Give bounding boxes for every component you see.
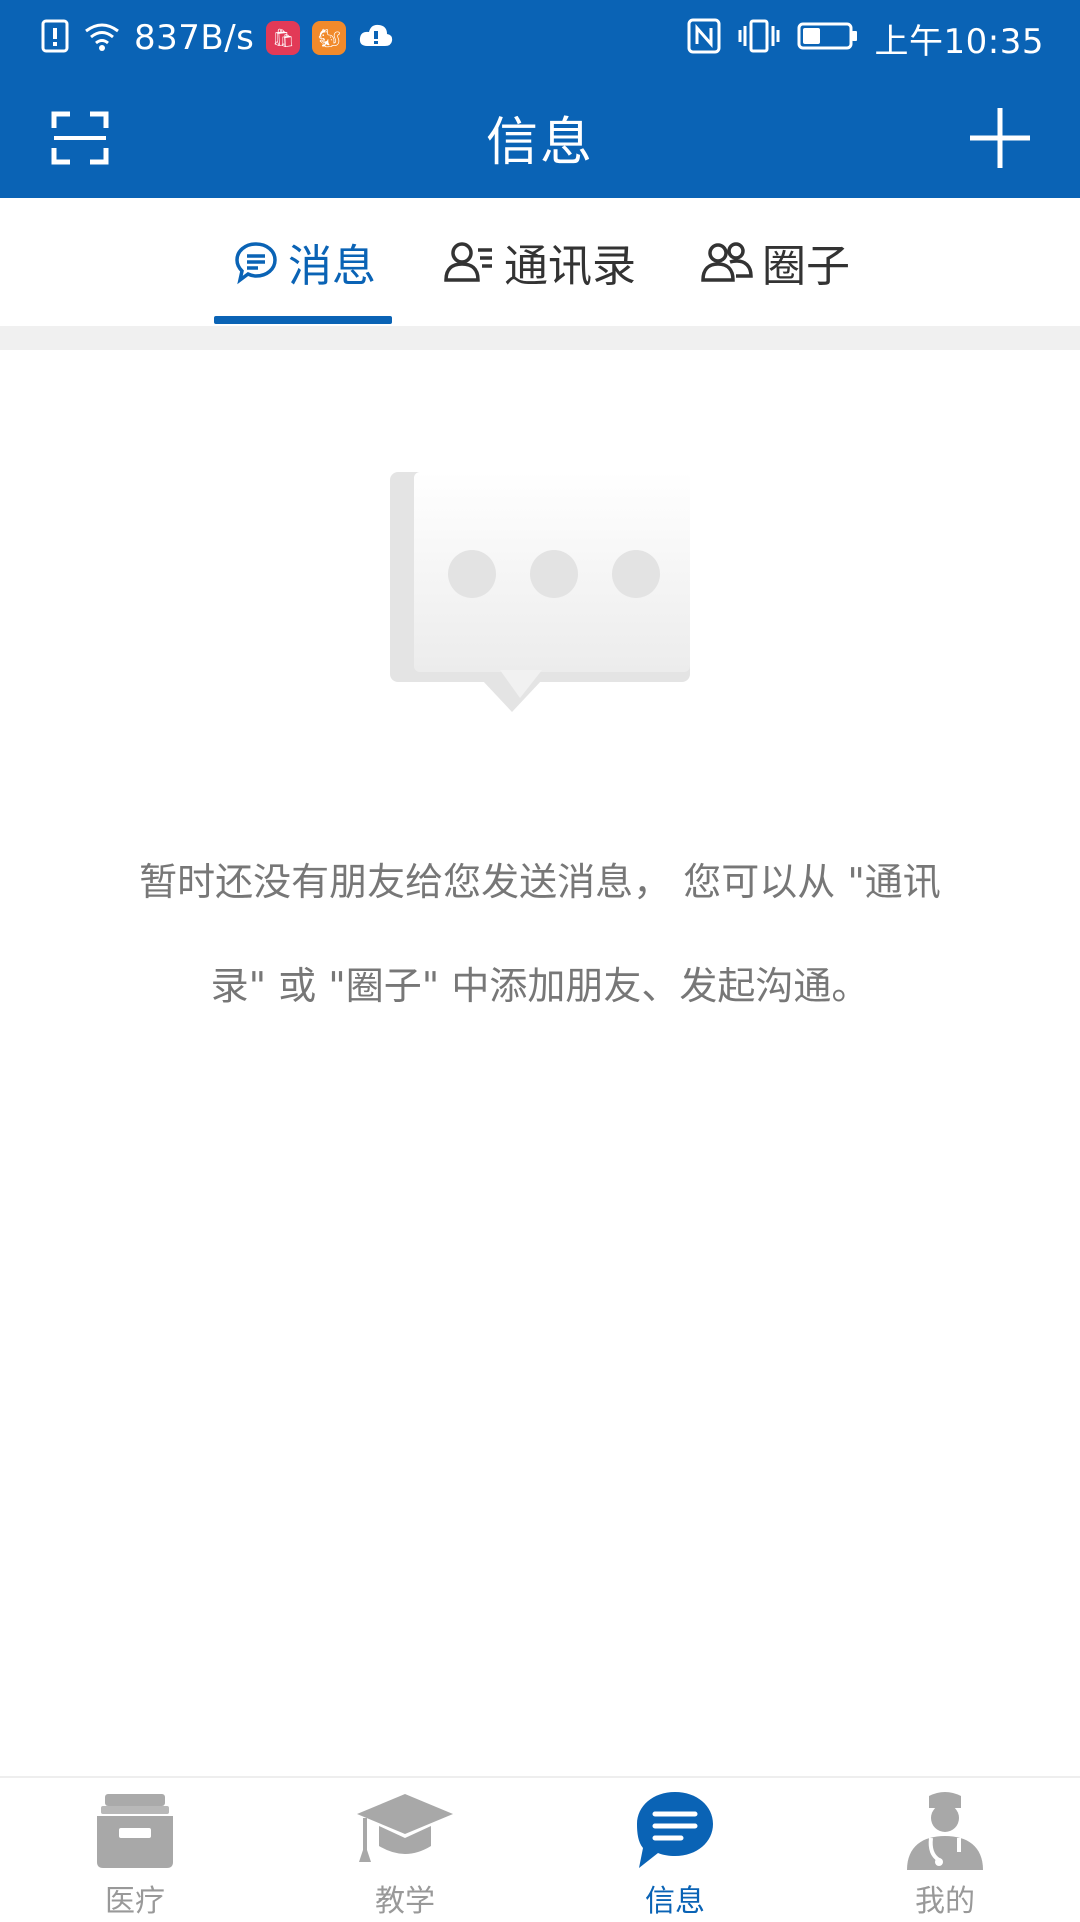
- graduation-cap-icon: [357, 1794, 453, 1862]
- nav-mine-label: 我的: [915, 1884, 975, 1919]
- battery-icon: [797, 21, 859, 55]
- add-button[interactable]: [960, 98, 1040, 178]
- sim-alert-icon: [40, 19, 70, 57]
- contacts-icon: [444, 242, 492, 282]
- nav-messages[interactable]: 信息: [540, 1778, 810, 1922]
- app-bar: 信息: [0, 76, 1080, 198]
- nav-mine[interactable]: 我的: [810, 1778, 1080, 1922]
- bottom-nav: 医疗 教学 信息 我的: [0, 1776, 1080, 1922]
- status-right: 上午10:35: [687, 0, 1044, 76]
- nav-medical-label: 医疗: [105, 1884, 165, 1919]
- tab-groups[interactable]: 圈子: [700, 198, 850, 326]
- message-bubble-icon: [382, 462, 698, 726]
- tab-messages[interactable]: 消息: [232, 198, 376, 326]
- vibrate-icon: [737, 18, 781, 58]
- status-left: 837B/s 🛍 🐿: [40, 0, 394, 76]
- uc-browser-icon: 🐿: [312, 21, 347, 55]
- page-title: 信息: [485, 112, 594, 173]
- mall-app-icon: 🛍: [266, 21, 301, 55]
- clock-text: 上午10:35: [874, 21, 1044, 62]
- wifi-icon: [82, 19, 122, 57]
- doctor-icon: [907, 1792, 983, 1870]
- empty-message-line-1: 暂时还没有朋友给您发送消息， 您可以从 "通讯: [139, 860, 941, 904]
- tab-contacts-label: 通讯录: [504, 241, 636, 292]
- empty-state-message: 暂时还没有朋友给您发送消息， 您可以从 "通讯 录" 或 "圈子" 中添加朋友、…: [90, 830, 990, 1038]
- empty-message-line-2: 录" 或 "圈子" 中添加朋友、发起沟通。: [210, 964, 870, 1008]
- plus-icon: [970, 108, 1030, 168]
- nav-teaching[interactable]: 教学: [270, 1778, 540, 1922]
- active-tab-indicator: [214, 316, 392, 324]
- cloud-icon: [358, 22, 394, 54]
- chat-bubble-icon: [235, 242, 277, 285]
- nav-teaching-label: 教学: [375, 1884, 435, 1919]
- nav-messages-label: 信息: [645, 1884, 705, 1919]
- status-bar: 837B/s 🛍 🐿 上午10:35: [0, 0, 1080, 76]
- tab-groups-label: 圈子: [762, 241, 850, 292]
- tab-separator: [0, 326, 1080, 350]
- medical-box-icon: [97, 1794, 173, 1868]
- net-speed-text: 837B/s: [134, 18, 255, 58]
- tab-messages-label: 消息: [288, 241, 376, 292]
- nav-medical[interactable]: 医疗: [0, 1778, 270, 1922]
- nfc-icon: [687, 18, 721, 58]
- group-icon: [701, 242, 753, 282]
- tab-bar: 消息 通讯录 圈子: [0, 198, 1080, 326]
- tab-contacts[interactable]: 通讯录: [442, 198, 636, 326]
- message-icon: [637, 1792, 713, 1868]
